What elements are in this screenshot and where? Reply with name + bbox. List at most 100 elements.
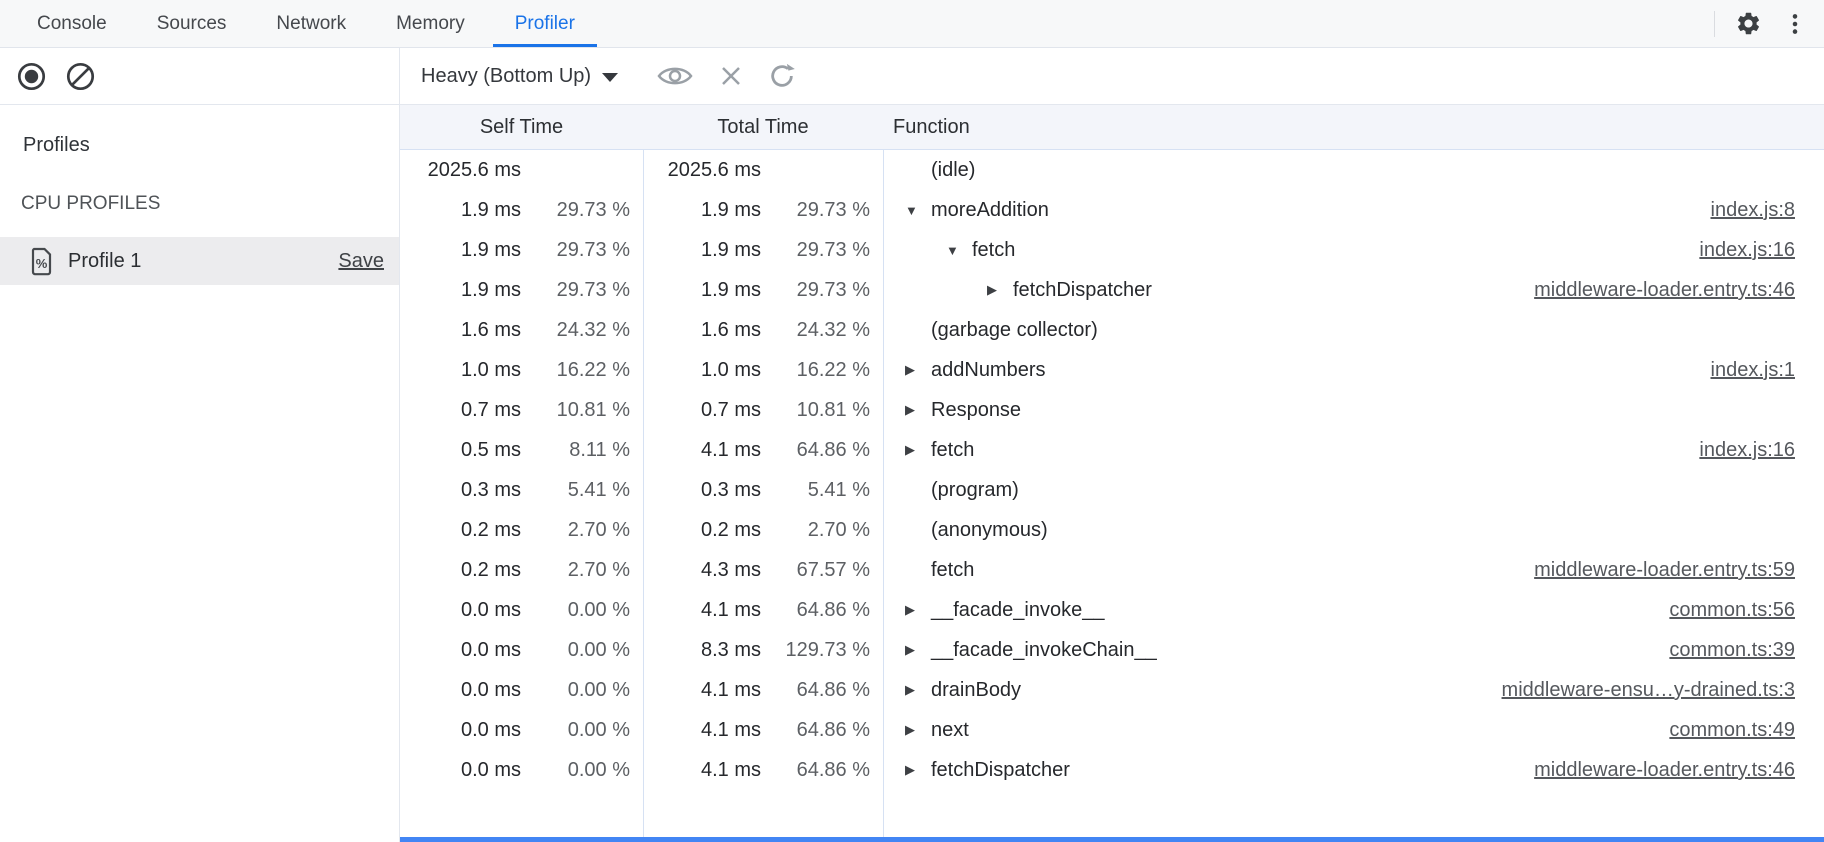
source-link[interactable]: middleware-ensu…y-drained.ts:3 xyxy=(1502,670,1795,710)
tree-arrow-icon[interactable]: ▶ xyxy=(905,722,931,738)
total-time-cell: 2025.6 ms xyxy=(643,159,883,182)
self-time-ms: 1.9 ms xyxy=(400,199,521,222)
self-time-ms: 0.0 ms xyxy=(400,679,521,702)
total-time-cell: 1.9 ms 29.73 % xyxy=(643,199,883,222)
total-time-pct: 64.86 % xyxy=(761,759,883,782)
svg-text:%: % xyxy=(36,256,48,271)
function-name: fetch xyxy=(931,559,974,582)
total-time-ms: 1.9 ms xyxy=(643,279,761,302)
tree-arrow-icon[interactable]: ▶ xyxy=(905,642,931,658)
total-time-cell: 1.6 ms 24.32 % xyxy=(643,319,883,342)
tab-network[interactable]: Network xyxy=(251,0,371,47)
self-time-ms: 1.9 ms xyxy=(400,279,521,302)
total-time-cell: 0.2 ms 2.70 % xyxy=(643,519,883,542)
record-icon[interactable] xyxy=(16,61,47,92)
table-row[interactable]: 0.3 ms 5.41 % 0.3 ms 5.41 % (program) xyxy=(400,470,1824,510)
tree-arrow-icon[interactable]: ▶ xyxy=(905,762,931,778)
function-cell: ▶ addNumbers xyxy=(883,359,1824,382)
self-time-cell: 0.7 ms 10.81 % xyxy=(400,399,643,422)
tree-arrow-icon[interactable]: ▶ xyxy=(905,362,931,378)
self-time-ms: 0.2 ms xyxy=(400,559,521,582)
column-header-self-time[interactable]: Self Time xyxy=(400,116,643,139)
refresh-icon[interactable] xyxy=(768,62,796,90)
total-time-cell: 0.7 ms 10.81 % xyxy=(643,399,883,422)
source-link[interactable]: index.js:8 xyxy=(1711,190,1796,230)
function-cell: (program) xyxy=(883,479,1824,502)
tab-console[interactable]: Console xyxy=(12,0,132,47)
function-name: __facade_invoke__ xyxy=(931,599,1104,622)
source-link[interactable]: index.js:1 xyxy=(1711,350,1796,390)
table-row[interactable]: 1.6 ms 24.32 % 1.6 ms 24.32 % (garbage c… xyxy=(400,310,1824,350)
tree-arrow-icon[interactable]: ▶ xyxy=(905,442,931,458)
source-link[interactable]: middleware-loader.entry.ts:46 xyxy=(1534,270,1795,310)
tree-arrow-icon[interactable]: ▼ xyxy=(946,243,972,258)
function-name: moreAddition xyxy=(931,199,1049,222)
total-time-cell: 4.1 ms 64.86 % xyxy=(643,439,883,462)
total-time-pct: 64.86 % xyxy=(761,719,883,742)
self-time-pct: 0.00 % xyxy=(521,759,643,782)
source-link[interactable]: index.js:16 xyxy=(1699,230,1795,270)
source-link[interactable]: common.ts:49 xyxy=(1669,710,1795,750)
tab-sources[interactable]: Sources xyxy=(132,0,252,47)
total-time-ms: 1.9 ms xyxy=(643,239,761,262)
self-time-ms: 1.0 ms xyxy=(400,359,521,382)
source-link[interactable]: common.ts:39 xyxy=(1669,630,1795,670)
close-icon[interactable] xyxy=(718,63,744,89)
table-row[interactable]: 1.0 ms 16.22 % 1.0 ms 16.22 % ▶ addNumbe… xyxy=(400,350,1824,390)
function-cell: ▼ moreAddition xyxy=(883,199,1824,222)
table-row[interactable]: 0.0 ms 0.00 % 4.1 ms 64.86 % ▶ __facade_… xyxy=(400,590,1824,630)
devtools-window: Console Sources Network Memory Profiler xyxy=(0,0,1824,842)
tab-profiler[interactable]: Profiler xyxy=(490,0,600,47)
table-row[interactable]: 0.2 ms 2.70 % 0.2 ms 2.70 % (anonymous) xyxy=(400,510,1824,550)
total-time-ms: 0.7 ms xyxy=(643,399,761,422)
total-time-pct: 64.86 % xyxy=(761,679,883,702)
table-row[interactable]: 0.2 ms 2.70 % 4.3 ms 67.57 % fetch middl… xyxy=(400,550,1824,590)
table-row[interactable]: 1.9 ms 29.73 % 1.9 ms 29.73 % ▼ moreAddi… xyxy=(400,190,1824,230)
source-link[interactable]: middleware-loader.entry.ts:46 xyxy=(1534,750,1795,790)
sidebar-item-profile-1[interactable]: % Profile 1 Save xyxy=(0,237,399,285)
source-link[interactable]: index.js:16 xyxy=(1699,430,1795,470)
visibility-eye-icon[interactable] xyxy=(656,62,694,90)
tabbar-divider xyxy=(1714,11,1715,37)
tree-arrow-icon[interactable]: ▼ xyxy=(905,203,931,218)
total-time-cell: 4.1 ms 64.86 % xyxy=(643,679,883,702)
source-link[interactable]: middleware-loader.entry.ts:59 xyxy=(1534,550,1795,590)
table-row[interactable]: 0.0 ms 0.00 % 4.1 ms 64.86 % ▶ next comm… xyxy=(400,710,1824,750)
total-time-ms: 1.0 ms xyxy=(643,359,761,382)
table-row[interactable]: 1.9 ms 29.73 % 1.9 ms 29.73 % ▼ fetch in… xyxy=(400,230,1824,270)
tree-arrow-icon[interactable]: ▶ xyxy=(905,602,931,618)
table-row[interactable]: 0.0 ms 0.00 % 8.3 ms 129.73 % ▶ __facade… xyxy=(400,630,1824,670)
self-time-ms: 0.0 ms xyxy=(400,599,521,622)
profiles-heading: Profiles xyxy=(23,133,399,157)
total-time-cell: 4.3 ms 67.57 % xyxy=(643,559,883,582)
self-time-pct: 16.22 % xyxy=(521,359,643,382)
total-time-pct: 29.73 % xyxy=(761,279,883,302)
table-row[interactable]: 0.5 ms 8.11 % 4.1 ms 64.86 % ▶ fetch ind… xyxy=(400,430,1824,470)
view-icon-group xyxy=(656,62,796,90)
tree-arrow-icon[interactable]: ▶ xyxy=(905,402,931,418)
save-profile-link[interactable]: Save xyxy=(338,250,384,273)
tree-arrow-icon[interactable]: ▶ xyxy=(905,682,931,698)
table-row[interactable]: 1.9 ms 29.73 % 1.9 ms 29.73 % ▶ fetchDis… xyxy=(400,270,1824,310)
column-header-total-time[interactable]: Total Time xyxy=(643,116,883,139)
self-time-pct: 29.73 % xyxy=(521,199,643,222)
total-time-pct: 64.86 % xyxy=(761,439,883,462)
total-time-cell: 1.9 ms 29.73 % xyxy=(643,239,883,262)
table-row[interactable]: 0.0 ms 0.00 % 4.1 ms 64.86 % ▶ drainBody… xyxy=(400,670,1824,710)
self-time-cell: 1.9 ms 29.73 % xyxy=(400,199,643,222)
view-mode-label: Heavy (Bottom Up) xyxy=(421,65,591,88)
source-link[interactable]: common.ts:56 xyxy=(1669,590,1795,630)
tree-arrow-icon[interactable]: ▶ xyxy=(987,282,1013,298)
clear-icon[interactable] xyxy=(65,61,96,92)
function-cell: (garbage collector) xyxy=(883,319,1824,342)
tab-memory[interactable]: Memory xyxy=(371,0,490,47)
self-time-pct: 5.41 % xyxy=(521,479,643,502)
table-row[interactable]: 0.7 ms 10.81 % 0.7 ms 10.81 % ▶ Response xyxy=(400,390,1824,430)
profiles-sidebar: Profiles CPU PROFILES % Profile 1 Save xyxy=(0,105,400,842)
column-header-function[interactable]: Function xyxy=(883,116,1824,139)
table-row[interactable]: 0.0 ms 0.00 % 4.1 ms 64.86 % ▶ fetchDisp… xyxy=(400,750,1824,790)
more-vertical-icon[interactable] xyxy=(1782,11,1808,37)
table-row[interactable]: 2025.6 ms 2025.6 ms (idle) xyxy=(400,150,1824,190)
settings-gear-icon[interactable] xyxy=(1735,10,1762,37)
view-mode-select[interactable]: Heavy (Bottom Up) xyxy=(421,65,618,88)
